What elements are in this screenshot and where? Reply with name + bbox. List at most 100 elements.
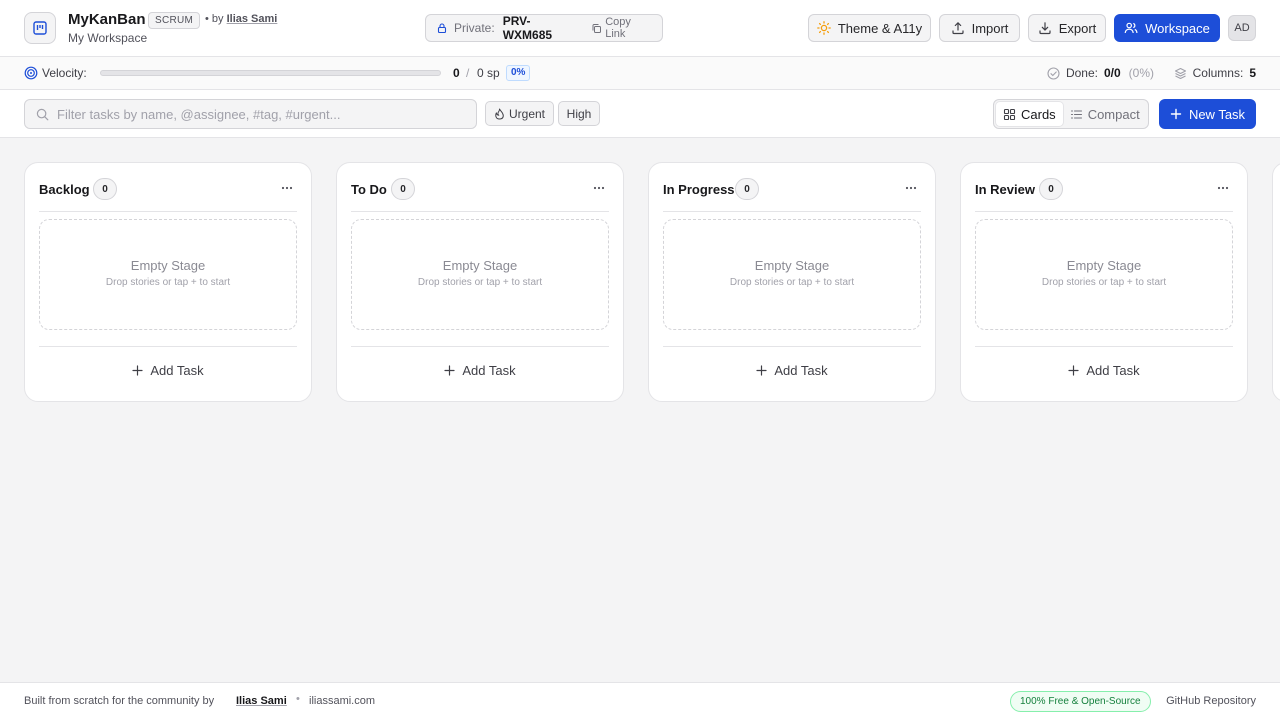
theme-label: Theme & A11y (837, 20, 923, 36)
add-task-label: Add Task (1086, 362, 1140, 378)
grid-icon (1003, 108, 1016, 121)
add-task-button[interactable]: Add Task (351, 359, 609, 381)
empty-stage-hint: Drop stories or tap + to start (1041, 277, 1167, 288)
column-title: In Progress (663, 182, 735, 197)
add-task-label: Add Task (462, 362, 516, 378)
more-horizontal-icon[interactable] (904, 181, 918, 195)
column-footer-divider (975, 346, 1233, 347)
velocity-progress-bar (100, 70, 441, 76)
stats-bar: Velocity: 0 / 0 sp 0% Done: 0/0 (0%) Col… (0, 57, 1280, 90)
view-compact-button[interactable]: Compact (1063, 102, 1147, 126)
done-value: 0/0 (1103, 66, 1121, 80)
kanban-logo-icon[interactable] (24, 12, 56, 44)
filter-high-chip[interactable]: High (558, 101, 600, 126)
column-count-badge: 0 (93, 178, 117, 200)
list-icon (1070, 108, 1083, 121)
workspace-name: My Workspace (68, 31, 148, 45)
empty-drop-zone[interactable]: Empty Stage Drop stories or tap + to sta… (663, 219, 921, 330)
empty-stage-title: Empty Stage (442, 258, 518, 273)
github-link[interactable]: GitHub Repository (1166, 695, 1256, 707)
column-count-badge: 0 (391, 178, 415, 200)
private-board-id: Private: PRV-WXM685 Copy Link (425, 14, 663, 42)
author-link[interactable]: Ilias Sami (227, 13, 278, 25)
empty-drop-zone[interactable]: Empty Stage Drop stories or tap + to sta… (39, 219, 297, 330)
velocity-label: Velocity: (42, 66, 87, 80)
footer-dot: • (296, 693, 300, 705)
column-divider (39, 211, 297, 212)
users-icon (1124, 21, 1138, 35)
plus-icon (756, 364, 767, 376)
open-source-badge: 100% Free & Open-Source (1010, 691, 1151, 712)
plus-icon (444, 364, 455, 376)
empty-stage-title: Empty Stage (754, 258, 830, 273)
footer-author-link[interactable]: Ilias Sami (236, 695, 287, 707)
more-horizontal-icon[interactable] (1216, 181, 1230, 195)
columns-label: Columns: (1192, 66, 1244, 80)
view-cards-button[interactable]: Cards (996, 102, 1063, 126)
export-button[interactable]: Export (1028, 14, 1106, 42)
column-divider (663, 211, 921, 212)
empty-stage-hint: Drop stories or tap + to start (729, 277, 855, 288)
column-count-badge: 0 (735, 178, 759, 200)
column-footer-divider (351, 346, 609, 347)
upload-icon (951, 21, 965, 35)
check-circle-icon (1047, 66, 1060, 80)
empty-stage-hint: Drop stories or tap + to start (417, 277, 543, 288)
new-task-button[interactable]: New Task (1159, 99, 1256, 129)
byline-prefix: • by (205, 13, 224, 25)
velocity-done: 0 (453, 66, 460, 80)
column-offscreen (1272, 162, 1280, 402)
theme-a11y-button[interactable]: Theme & A11y (808, 14, 931, 42)
done-stat: Done: 0/0 (0%) (1047, 66, 1154, 80)
import-label: Import (971, 20, 1009, 36)
column-todo: To Do 0 Empty Stage Drop stories or tap … (336, 162, 624, 402)
copy-link-button[interactable]: Copy Link (591, 16, 652, 40)
column-backlog: Backlog 0 Empty Stage Drop stories or ta… (24, 162, 312, 402)
lock-icon (436, 22, 448, 34)
column-divider (975, 211, 1233, 212)
app-header: MyKanBan SCRUM • by Ilias Sami My Worksp… (0, 0, 1280, 57)
more-horizontal-icon[interactable] (280, 181, 294, 195)
plus-icon (1170, 108, 1182, 120)
empty-drop-zone[interactable]: Empty Stage Drop stories or tap + to sta… (975, 219, 1233, 330)
search-input[interactable] (57, 101, 457, 127)
new-task-label: New Task (1188, 106, 1246, 122)
empty-stage-title: Empty Stage (130, 258, 206, 273)
columns-value: 5 (1249, 66, 1256, 80)
footer-site-link[interactable]: iliassami.com (309, 695, 375, 707)
private-label: Private: (454, 21, 495, 35)
add-task-label: Add Task (774, 362, 828, 378)
empty-drop-zone[interactable]: Empty Stage Drop stories or tap + to sta… (351, 219, 609, 330)
done-percent: (0%) (1128, 66, 1154, 80)
export-label: Export (1058, 20, 1097, 36)
column-in-progress: In Progress 0 Empty Stage Drop stories o… (648, 162, 936, 402)
view-cards-label: Cards (1021, 106, 1056, 122)
column-divider (351, 211, 609, 212)
plus-icon (1068, 364, 1079, 376)
column-title: To Do (351, 182, 387, 197)
search-box (24, 99, 477, 129)
flame-icon (494, 108, 505, 120)
footer-credit: Built from scratch for the community by (24, 695, 215, 707)
user-avatar[interactable]: AD (1228, 15, 1256, 41)
column-title: Backlog (39, 182, 90, 197)
empty-stage-hint: Drop stories or tap + to start (105, 277, 231, 288)
add-task-button[interactable]: Add Task (975, 359, 1233, 381)
add-task-button[interactable]: Add Task (39, 359, 297, 381)
column-footer-divider (663, 346, 921, 347)
add-task-button[interactable]: Add Task (663, 359, 921, 381)
column-count-badge: 0 (1039, 178, 1063, 200)
copy-link-label: Copy Link (605, 16, 631, 40)
target-icon (24, 66, 38, 80)
filter-high-label: High (566, 106, 592, 121)
velocity-percent-badge: 0% (506, 65, 531, 81)
import-button[interactable]: Import (939, 14, 1020, 42)
filter-urgent-chip[interactable]: Urgent (485, 101, 554, 126)
board-toolbar: Urgent High Cards Compact New Task (0, 90, 1280, 138)
more-horizontal-icon[interactable] (592, 181, 606, 195)
workspace-button[interactable]: Workspace (1114, 14, 1220, 42)
author-byline: • by Ilias Sami (205, 13, 277, 25)
layers-icon (1174, 67, 1187, 80)
plus-icon (132, 364, 143, 376)
done-label: Done: (1065, 66, 1098, 80)
